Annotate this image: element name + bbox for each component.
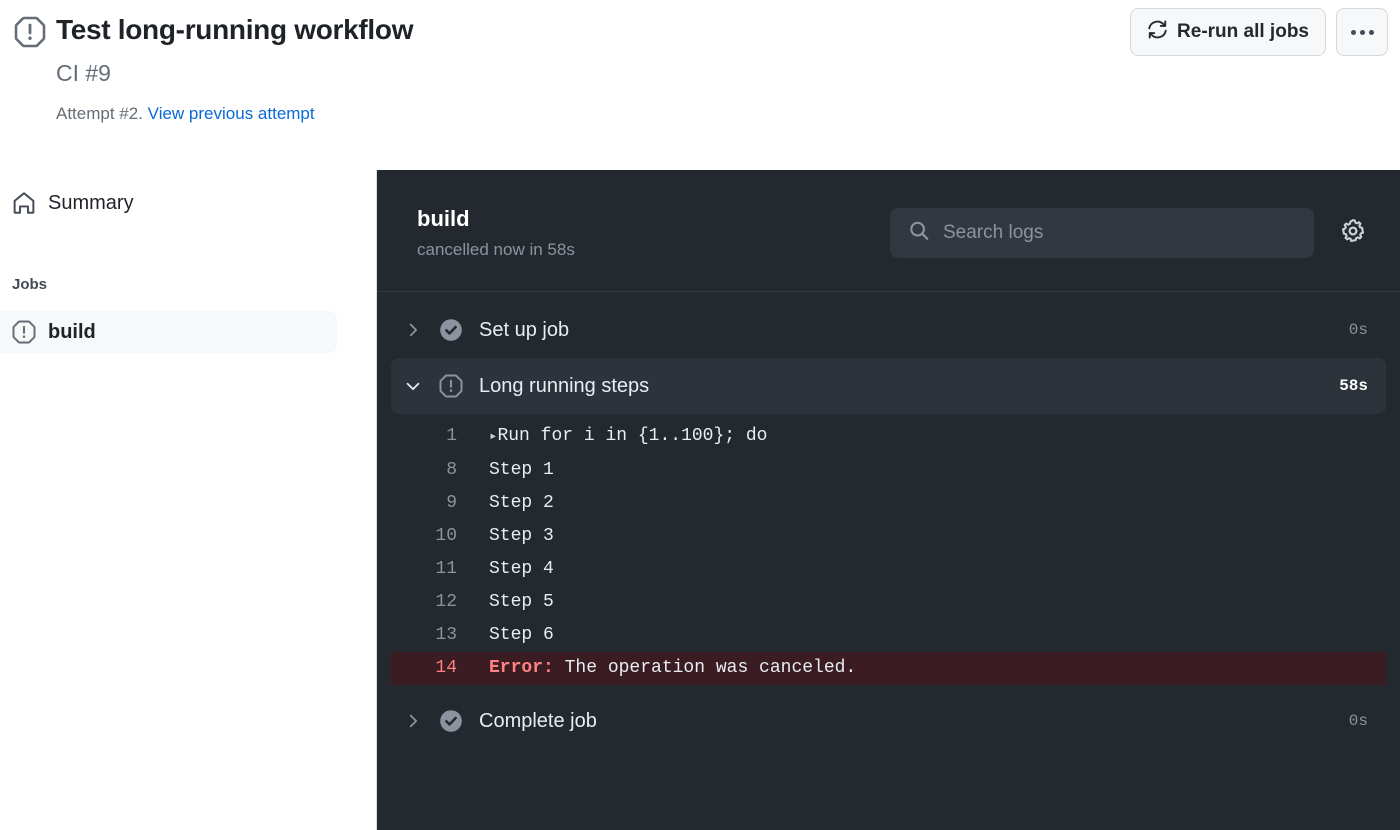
header-actions: Re-run all jobs (1130, 8, 1388, 56)
log-line-number: 8 (446, 460, 457, 480)
search-logs-input[interactable] (890, 207, 1314, 258)
log-settings-button[interactable] (1336, 214, 1370, 251)
chevron-down-icon (403, 376, 423, 396)
workflow-run-number: CI #9 (56, 60, 111, 86)
log-line-number: 1 (446, 426, 457, 446)
log-line: 8 Step 1 (391, 454, 1386, 487)
search-logs-wrapper (890, 207, 1314, 258)
sidebar-item-build[interactable]: build (0, 311, 337, 353)
log-line: 10 Step 3 (391, 520, 1386, 553)
log-line-text: Step 4 (489, 559, 554, 579)
log-line-content: ▸Run for i in {1..100}; do (489, 420, 1368, 454)
step-name: Set up job (479, 318, 570, 341)
step-duration: 58s (1339, 377, 1368, 395)
log-line-text: Step 3 (489, 526, 554, 546)
view-previous-attempt-link[interactable]: View previous attempt (148, 104, 315, 123)
log-line-number: 14 (435, 658, 457, 678)
step-row[interactable]: Set up job 0s (391, 302, 1386, 358)
log-line-text: The operation was canceled. (553, 658, 857, 678)
log-line-number: 13 (435, 625, 457, 645)
log-line-content: Error: The operation was canceled. (489, 652, 1368, 685)
more-options-button[interactable] (1336, 8, 1388, 56)
check-circle-icon (439, 709, 463, 733)
home-icon (12, 191, 36, 215)
log-line: 12 Step 5 (391, 586, 1386, 619)
chevron-right-icon (403, 320, 423, 340)
gear-icon (1340, 218, 1366, 247)
rerun-all-jobs-label: Re-run all jobs (1177, 21, 1309, 42)
log-line: 1 ▸Run for i in {1..100}; do (391, 420, 1386, 454)
sidebar-item-summary-label: Summary (48, 191, 134, 214)
log-line-number: 12 (435, 592, 457, 612)
job-header-titles: build cancelled now in 58s (417, 205, 890, 261)
log-line-number: 9 (446, 493, 457, 513)
attempt-line: Attempt #2. View previous attempt (56, 103, 1380, 125)
log-line-text: Step 2 (489, 493, 554, 513)
job-log-header: build cancelled now in 58s (377, 170, 1400, 292)
kebab-horizontal-icon (1350, 29, 1374, 35)
log-output[interactable]: 1 ▸Run for i in {1..100}; do 8 Step 1 9 … (391, 414, 1386, 693)
cancelled-octagon-icon (14, 16, 46, 48)
run-header: Test long-running workflow CI #9 Attempt… (0, 0, 1400, 170)
error-label: Error: (489, 658, 554, 678)
job-log-panel: build cancelled now in 58s Search logs S… (376, 170, 1400, 830)
step-duration: 0s (1348, 712, 1368, 730)
step-row[interactable]: Long running steps 58s (391, 358, 1386, 414)
log-line-text: Run for i in {1..100}; do (497, 426, 768, 446)
job-name: build (417, 205, 470, 231)
job-steps-list: Set up job 0s Long running steps 58s 1 ▸… (377, 292, 1400, 749)
sidebar: Summary Jobs build (0, 170, 376, 353)
cancelled-octagon-icon (439, 374, 463, 398)
log-line-number: 11 (435, 559, 457, 579)
sidebar-item-build-label: build (48, 320, 96, 343)
log-line-text: Step 6 (489, 625, 554, 645)
log-line: 11 Step 4 (391, 553, 1386, 586)
rerun-all-jobs-button[interactable]: Re-run all jobs (1130, 8, 1326, 56)
job-status-text: cancelled now in 58s (417, 240, 575, 260)
log-line-number: 10 (435, 526, 457, 546)
check-circle-icon (439, 318, 463, 342)
cancelled-octagon-icon (12, 320, 36, 344)
sidebar-item-summary[interactable]: Summary (0, 182, 337, 224)
step-name: Long running steps (479, 374, 650, 397)
step-row[interactable]: Complete job 0s (391, 693, 1386, 749)
sync-icon (1147, 19, 1168, 46)
step-name: Complete job (479, 709, 597, 732)
chevron-right-icon (403, 711, 423, 731)
log-line-error: 14 Error: The operation was canceled. (391, 652, 1386, 685)
step-duration: 0s (1348, 321, 1368, 339)
sidebar-jobs-heading: Jobs (12, 276, 48, 293)
log-line-text: Step 5 (489, 592, 554, 612)
log-line-text: Step 1 (489, 460, 554, 480)
log-line: 13 Step 6 (391, 619, 1386, 652)
run-body: Summary Jobs build build cancelled now i… (0, 170, 1400, 830)
log-line: 9 Step 2 (391, 487, 1386, 520)
attempt-label: Attempt #2. (56, 103, 143, 123)
